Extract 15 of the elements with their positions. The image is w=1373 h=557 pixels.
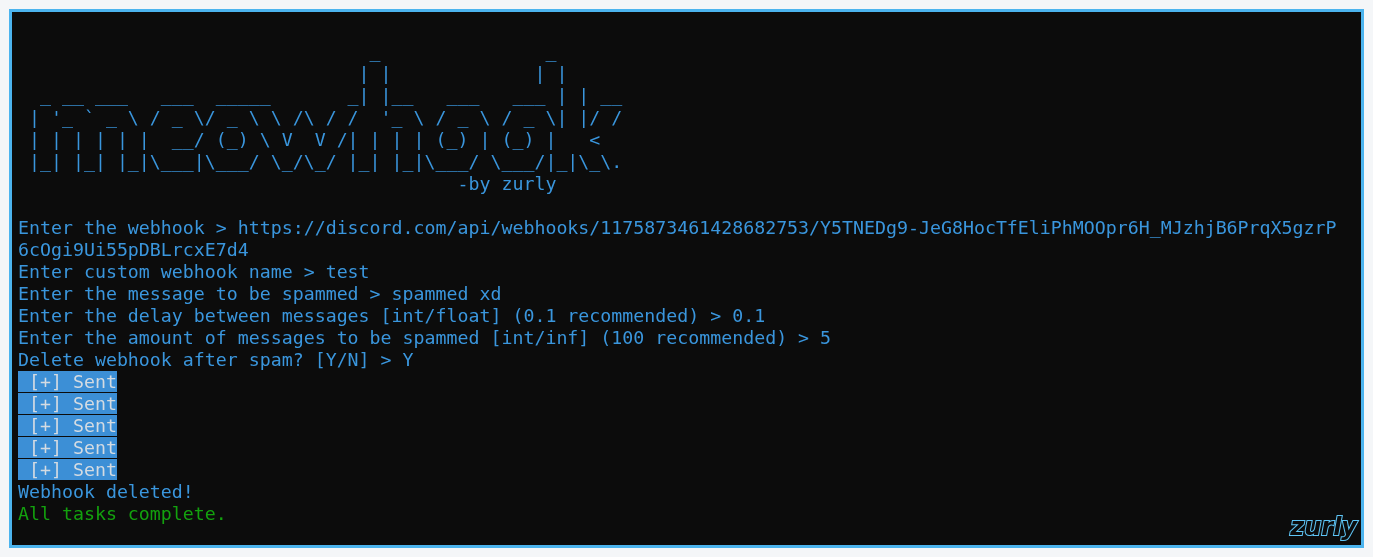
ascii-art-line: _ _ bbox=[368, 41, 558, 63]
terminal-line: Webhook deleted! bbox=[18, 481, 194, 502]
ascii-art-line: |_| |_| |_|\___|\___/ \_/\_/ |_| |_|\___/ \___/|_|\_\. bbox=[28, 151, 624, 173]
ascii-art-line: _ __ ___ ___ _____ _| |__ ___ ___ | | __ bbox=[38, 85, 624, 107]
terminal-line: Enter the message to be spammed > spammed xd bbox=[18, 283, 502, 304]
terminal-line: Enter the amount of messages to be spammed [int/inf] (100 recommended) > 5 bbox=[18, 327, 832, 348]
terminal-line: Enter the webhook > https://discord.com/api/webhooks/1175873461428682753/Y5TNEDg9-JeG8HocTfEliPhMOOpr6H_MJzhjB6PrqX5gzrP6cOgi9Ui55pDBLrcxE7d4 bbox=[18, 217, 1337, 260]
terminal-line: Enter the delay between messages [int/float] (0.1 recommended) > 0.1 bbox=[18, 305, 766, 326]
ascii-art-line: | '_ ` _ \ / _ \/ _ \ \ /\ / / '_ \ / _ \ / _ \| |/ / bbox=[28, 107, 624, 129]
ascii-art-line: | | | | | | __/ (_) \ V V /| | | | (_) | (_) | < bbox=[28, 129, 602, 151]
ascii-art-line: -by zurly bbox=[456, 173, 558, 195]
terminal-line: Enter custom webhook name > test bbox=[18, 261, 370, 282]
terminal-line: All tasks complete. bbox=[18, 503, 227, 524]
terminal-line: Delete webhook after spam? [Y/N] > Y bbox=[18, 349, 414, 370]
ascii-art-line: | | | | bbox=[357, 63, 569, 85]
